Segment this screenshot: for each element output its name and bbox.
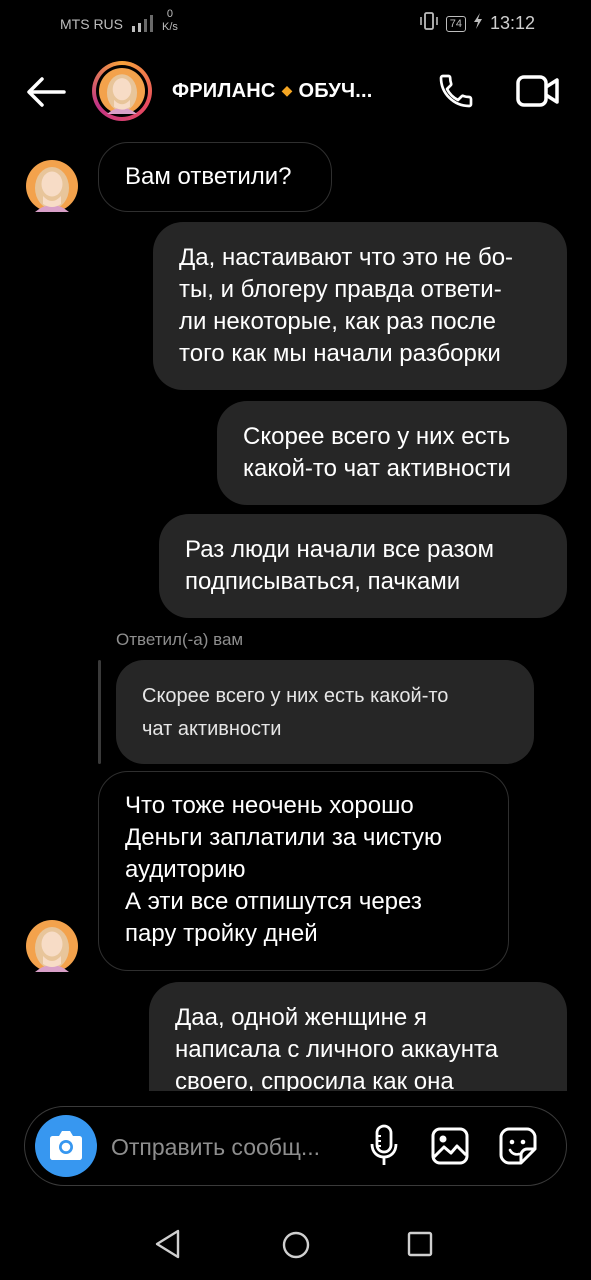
title-dot-icon: ◆ bbox=[281, 82, 293, 98]
chat-title[interactable]: ФРИЛАНС ◆ ОБУЧ... bbox=[172, 80, 373, 103]
message-input[interactable] bbox=[111, 1129, 356, 1165]
message-text: Раз люди начали все разом подписываться,… bbox=[185, 536, 495, 595]
chat-title-right: ОБУЧ... bbox=[298, 80, 373, 102]
quoted-text: Скорее всего у них есть какой-то чат акт… bbox=[142, 685, 449, 740]
quoted-message[interactable]: Скорее всего у них есть какой-то чат акт… bbox=[116, 660, 534, 764]
message-bubble-sent[interactable]: Даа, одной женщине я написала с личного … bbox=[149, 982, 567, 1091]
nav-home-button[interactable] bbox=[281, 1230, 311, 1265]
message-bubble-sent[interactable]: Да, настаивают что это не бо- ты, и блог… bbox=[153, 222, 567, 390]
gallery-icon bbox=[431, 1127, 469, 1169]
chat-title-left: ФРИЛАНС bbox=[172, 80, 276, 102]
back-button[interactable] bbox=[24, 74, 68, 110]
sticker-button[interactable] bbox=[499, 1127, 537, 1170]
gallery-button[interactable] bbox=[431, 1127, 469, 1170]
video-call-icon bbox=[516, 75, 560, 112]
call-button[interactable] bbox=[436, 71, 476, 116]
status-bar: MTS RUS 0 K/s 74 13:12 bbox=[0, 0, 591, 46]
nav-recents-button[interactable] bbox=[406, 1230, 434, 1263]
net-speed-unit: K/s bbox=[162, 21, 178, 33]
message-clip: Даа, одной женщине я написала с личного … bbox=[0, 982, 591, 1091]
nav-recents-icon bbox=[406, 1231, 434, 1262]
message-bubble-sent[interactable]: Скорее всего у них есть какой-то чат акт… bbox=[217, 401, 567, 505]
message-text: Что тоже неочень хорошо Деньги заплатили… bbox=[125, 792, 443, 947]
video-call-button[interactable] bbox=[516, 74, 560, 113]
net-speed: 0 K/s bbox=[162, 8, 178, 34]
back-arrow-icon bbox=[24, 77, 68, 114]
message-text: Да, настаивают что это не бо- ты, и блог… bbox=[179, 244, 514, 367]
nav-back-icon bbox=[152, 1229, 184, 1264]
message-text: Скорее всего у них есть какой-то чат акт… bbox=[243, 423, 511, 482]
sticker-icon bbox=[499, 1127, 537, 1169]
battery-level: 74 bbox=[445, 15, 466, 32]
reply-label: Ответил(-а) вам bbox=[116, 630, 244, 649]
signal-icon bbox=[130, 14, 154, 37]
message-bubble-received[interactable]: Вам ответили? bbox=[98, 142, 332, 212]
avatar-image bbox=[99, 68, 145, 114]
message-text: Даа, одной женщине я написала с личного … bbox=[175, 1004, 499, 1091]
carrier-name: MTS RUS bbox=[60, 16, 123, 32]
net-speed-value: 0 bbox=[166, 8, 174, 20]
message-bubble-sent[interactable]: Раз люди начали все разом подписываться,… bbox=[159, 514, 567, 618]
message-bubble-received[interactable]: Что тоже неочень хорошо Деньги заплатили… bbox=[98, 771, 509, 971]
chat-header: ФРИЛАНС ◆ ОБУЧ... bbox=[0, 56, 591, 128]
microphone-icon bbox=[369, 1124, 399, 1172]
profile-avatar[interactable] bbox=[92, 61, 152, 121]
clock: 13:12 bbox=[489, 13, 535, 33]
voice-message-button[interactable] bbox=[369, 1124, 399, 1173]
charging-icon bbox=[473, 13, 483, 34]
phone-icon bbox=[436, 74, 476, 115]
message-text: Вам ответили? bbox=[125, 163, 292, 190]
reply-indicator-bar bbox=[98, 660, 101, 764]
camera-button[interactable] bbox=[35, 1115, 97, 1177]
sender-avatar[interactable] bbox=[26, 920, 78, 972]
nav-home-icon bbox=[281, 1231, 311, 1264]
nav-back-button[interactable] bbox=[152, 1228, 184, 1265]
message-composer bbox=[24, 1106, 567, 1186]
system-navigation-bar bbox=[0, 1208, 591, 1280]
vibrate-icon bbox=[419, 12, 439, 35]
sender-avatar[interactable] bbox=[26, 160, 78, 212]
